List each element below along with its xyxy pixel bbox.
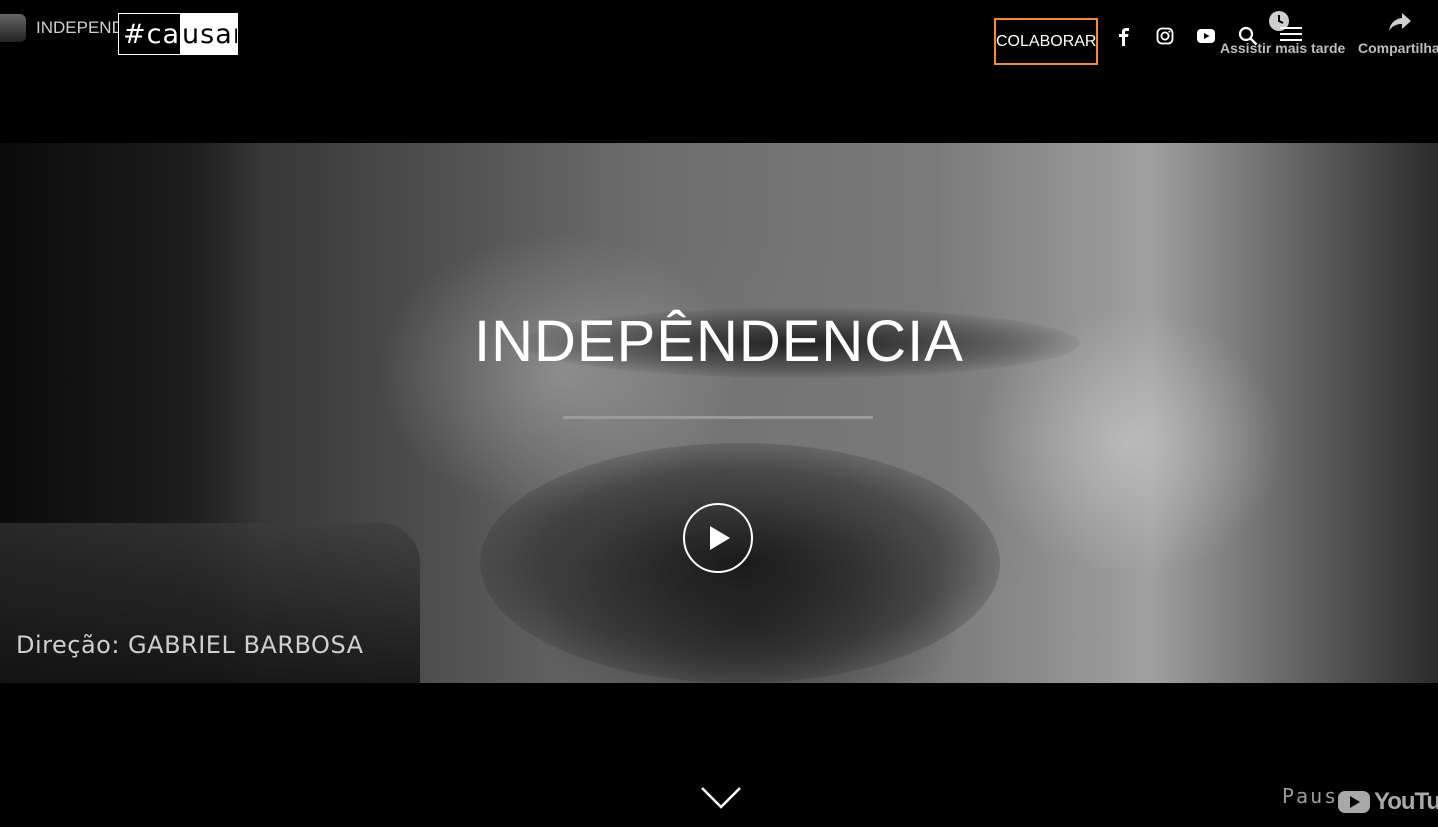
channel-avatar[interactable]: [0, 14, 26, 42]
colaborar-button[interactable]: COLABORAR: [994, 18, 1098, 65]
share-icon: [1389, 13, 1411, 31]
video-shoulder: [0, 523, 420, 683]
share-label: Compartilhar: [1358, 40, 1438, 56]
hamburger-menu-icon[interactable]: [1280, 25, 1302, 48]
scroll-down-button[interactable]: [700, 785, 742, 811]
video-frame[interactable]: Direção: GABRIEL BARBOSA: [0, 143, 1438, 683]
title-divider: [563, 416, 873, 419]
youtube-icon[interactable]: [1197, 29, 1215, 48]
facebook-icon[interactable]: [1118, 28, 1130, 51]
youtube-logo-icon: [1338, 791, 1370, 813]
youtube-logo[interactable]: YouTube: [1338, 788, 1438, 816]
share-button[interactable]: Compartilhar: [1354, 10, 1438, 60]
play-button[interactable]: [683, 503, 753, 573]
video-title-link[interactable]: INDEPENDÊNCIA: [36, 18, 120, 38]
youtube-wordmark: YouTube: [1374, 788, 1438, 815]
logo-text-2: usar: [180, 14, 237, 54]
logo-text-1: #ca: [123, 18, 181, 50]
instagram-icon[interactable]: [1156, 27, 1174, 50]
director-credit: Direção: GABRIEL BARBOSA: [16, 631, 364, 659]
play-icon: [710, 526, 730, 550]
site-logo[interactable]: #ca usar: [118, 13, 238, 55]
chevron-down-icon: [701, 787, 741, 809]
page-title: INDEPÊNDENCIA: [474, 309, 964, 374]
